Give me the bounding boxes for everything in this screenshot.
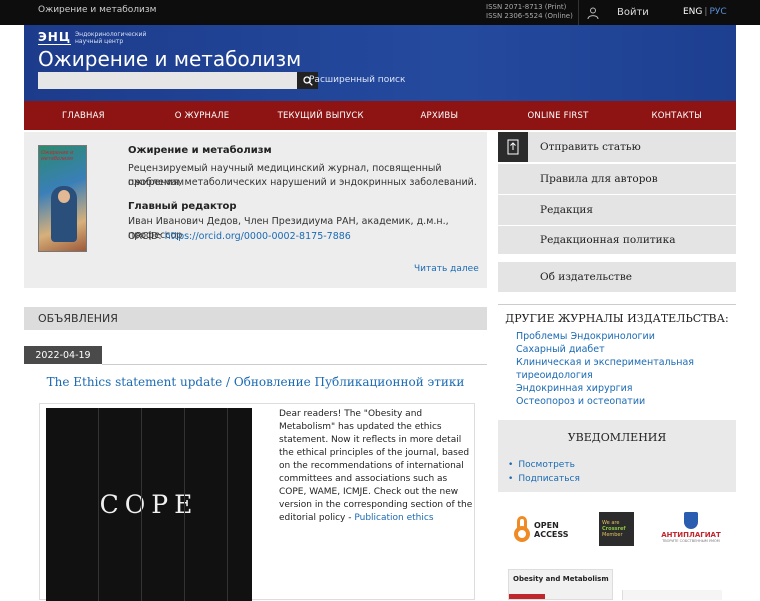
crossref-badge[interactable]: We are Crossref Member — [599, 512, 634, 546]
language-switcher: ENG | РУС — [683, 7, 727, 17]
partner-badges: OPEN ACCESS We are Crossref Member АНТИП… — [498, 512, 736, 552]
site-title[interactable]: Ожирение и метаболизм — [38, 47, 301, 71]
divider — [102, 364, 487, 365]
login-label: Войти — [617, 7, 649, 18]
breadcrumb[interactable]: Ожирение и метаболизм — [38, 5, 156, 15]
journal-card-title: Obesity and Metabolism — [513, 575, 609, 583]
cover-title: Ожирение и метаболизм — [41, 150, 74, 162]
user-icon — [579, 0, 607, 25]
notifications-view-item: Посмотреть — [508, 458, 580, 472]
open-access-text: OPEN ACCESS — [534, 521, 569, 539]
journal-link-diabetes[interactable]: Сахарный диабет — [516, 343, 726, 356]
submit-article-label: Отправить статью — [540, 141, 641, 153]
lang-separator: | — [704, 7, 708, 17]
submit-article-button[interactable]: Отправить статью — [498, 132, 736, 162]
orcid-line: ORCID: https://orcid.org/0000-0002-8175-… — [128, 230, 478, 244]
editorial-policy-link[interactable]: Редакционная политика — [498, 226, 736, 254]
orcid-link[interactable]: https://orcid.org/0000-0002-8175-7886 — [165, 231, 351, 242]
editorial-board-label: Редакция — [540, 204, 593, 216]
logo-subtitle: Эндокринологический научный центр — [75, 31, 146, 45]
orcid-label: ORCID: — [128, 231, 162, 242]
nav-item-current-issue[interactable]: ТЕКУЩИЙ ВЫПУСК — [261, 101, 380, 130]
journal-link-osteoporosis[interactable]: Остеопороз и остеопатии — [516, 395, 726, 408]
open-access-text-2: ACCESS — [534, 530, 569, 539]
publication-ethics-link[interactable]: Publication ethics — [354, 513, 433, 523]
journal-card-accent — [509, 594, 545, 599]
top-bar: Ожирение и метаболизм ISSN 2071-8713 (Pr… — [0, 0, 760, 25]
notifications-subscribe-link[interactable]: Подписаться — [518, 474, 580, 484]
issn-info: ISSN 2071-8713 (Print) ISSN 2306-5524 (O… — [486, 3, 573, 21]
journal-title: Ожирение и метаболизм — [128, 145, 272, 156]
announcement-body: Dear readers! The "Obesity and Metabolis… — [279, 408, 474, 525]
announcement-body-text: Dear readers! The "Obesity and Metabolis… — [279, 409, 473, 523]
announcement-date: 2022-04-19 — [24, 346, 102, 364]
notifications-panel: УВЕДОМЛЕНИЯ Посмотреть Подписаться — [498, 420, 736, 492]
notifications-list: Посмотреть Подписаться — [508, 458, 580, 486]
journal-card[interactable]: Obesity and Metabolism — [508, 569, 613, 600]
nav-item-contacts[interactable]: КОНТАКТЫ — [617, 101, 736, 130]
lang-rus[interactable]: РУС — [709, 7, 726, 17]
nav-item-online-first[interactable]: ONLINE FIRST — [499, 101, 618, 130]
journal-description-2: ожирения, метаболических нарушений и энд… — [128, 177, 477, 188]
antiplagiat-badge[interactable]: АНТИПЛАГИАТ ТВОРИТЕ СОБСТВЕННЫМ УМОМ — [661, 512, 721, 548]
logo-mark: ЭНЦ — [38, 30, 71, 45]
cope-image: COPE — [46, 408, 252, 601]
logo-subtitle-line-2: научный центр — [74, 37, 124, 45]
editorial-board-link[interactable]: Редакция — [498, 195, 736, 225]
editorial-policy-label: Редакционная политика — [540, 234, 676, 246]
journal-cover-image[interactable]: Ожирение и метаболизм — [38, 145, 87, 252]
nav-item-about[interactable]: О ЖУРНАЛЕ — [143, 101, 262, 130]
journal-link-endocrine-surgery[interactable]: Эндокринная хирургия — [516, 382, 726, 395]
nav-item-home[interactable]: ГЛАВНАЯ — [24, 101, 143, 130]
announcement-card: COPE Dear readers! The "Obesity and Meta… — [39, 403, 475, 601]
announcement-title[interactable]: The Ethics statement update / Обновление… — [24, 375, 487, 389]
notifications-subscribe-item: Подписаться — [508, 472, 580, 486]
site-logo[interactable]: ЭНЦ Эндокринологический научный центр — [38, 30, 146, 45]
author-guidelines-link[interactable]: Правила для авторов — [498, 164, 736, 194]
nav-item-archives[interactable]: АРХИВЫ — [380, 101, 499, 130]
notifications-heading: УВЕДОМЛЕНИЯ — [567, 431, 667, 444]
lang-eng[interactable]: ENG — [683, 7, 702, 17]
open-access-badge[interactable]: OPEN ACCESS — [514, 512, 569, 548]
other-journals-list: Проблемы Эндокринологии Сахарный диабет … — [516, 330, 726, 408]
journal-link-thyroidology[interactable]: Клиническая и экспериментальная тиреоидо… — [516, 356, 726, 382]
issn-online: ISSN 2306-5524 (Online) — [486, 12, 573, 20]
crossref-text-3: Member — [602, 532, 623, 538]
journal-about-panel: Ожирение и метаболизм Ожирение и метабол… — [24, 132, 487, 288]
issn-print: ISSN 2071-8713 (Print) — [486, 3, 567, 11]
journal-card-secondary — [622, 590, 722, 600]
login-button[interactable]: Войти — [578, 0, 671, 25]
search-input[interactable] — [38, 72, 297, 89]
read-more-link[interactable]: Читать далее — [414, 264, 479, 274]
notifications-view-link[interactable]: Посмотреть — [518, 460, 575, 470]
journal-link-problems-endocrinology[interactable]: Проблемы Эндокринологии — [516, 330, 726, 343]
antiplagiat-text: АНТИПЛАГИАТ — [661, 531, 721, 539]
antiplagiat-subtext: ТВОРИТЕ СОБСТВЕННЫМ УМОМ — [662, 539, 720, 543]
author-guidelines-label: Правила для авторов — [540, 173, 658, 185]
editor-heading: Главный редактор — [128, 201, 237, 212]
cover-face — [58, 190, 70, 203]
about-publisher-label: Об издательстве — [540, 271, 632, 283]
about-publisher-link[interactable]: Об издательстве — [498, 262, 736, 292]
shield-icon — [684, 512, 698, 529]
logo-subtitle-line-1: Эндокринологический — [74, 30, 147, 38]
main-nav: ГЛАВНАЯ О ЖУРНАЛЕ ТЕКУЩИЙ ВЫПУСК АРХИВЫ … — [24, 101, 736, 130]
site-header: ЭНЦ Эндокринологический научный центр Ож… — [24, 25, 736, 101]
open-access-lock-icon — [514, 516, 530, 544]
announcements-heading: ОБЪЯВЛЕНИЯ — [24, 307, 487, 330]
cope-image-lines — [46, 408, 252, 601]
advanced-search-link[interactable]: Расширенный поиск — [309, 75, 405, 85]
submit-document-icon — [498, 132, 528, 162]
other-journals-heading: ДРУГИЕ ЖУРНАЛЫ ИЗДАТЕЛЬСТВА: — [498, 304, 736, 325]
open-access-text-1: OPEN — [534, 521, 559, 530]
